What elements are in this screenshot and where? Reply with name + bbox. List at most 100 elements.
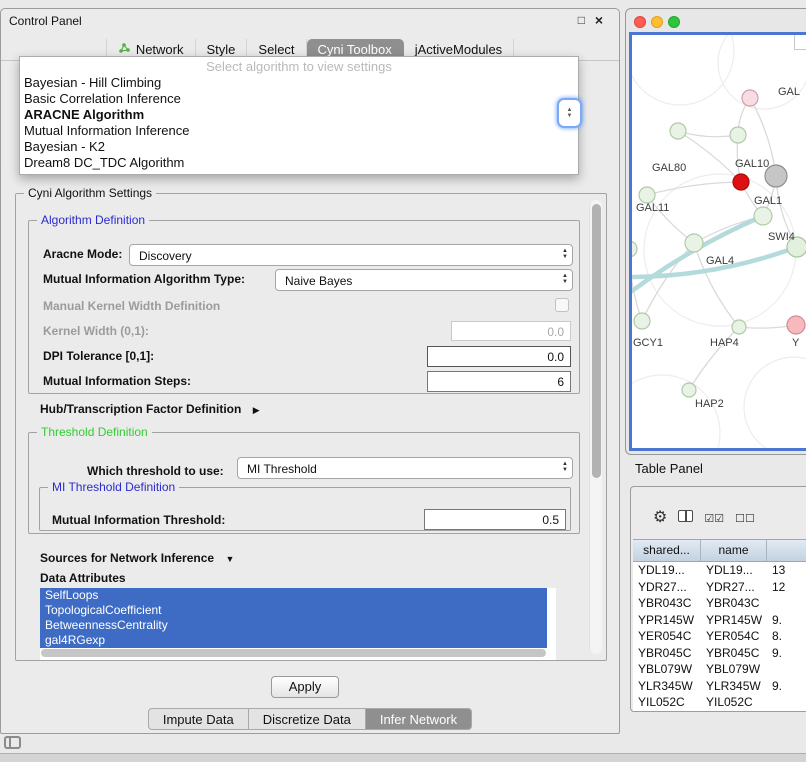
table-row[interactable]: YPR145WYPR145W9. — [633, 612, 806, 629]
algorithm-option[interactable]: ARACNE Algorithm — [20, 107, 578, 123]
column-header[interactable] — [767, 540, 806, 561]
cell: 9. — [767, 612, 806, 629]
sources-section-toggle[interactable]: Sources for Network Inference ▼ — [40, 549, 234, 567]
dpi-tolerance-input[interactable]: 0.0 — [427, 346, 571, 367]
column-header[interactable]: shared... — [633, 540, 701, 561]
group-title: MI Threshold Definition — [48, 480, 179, 494]
cell: YDL19... — [701, 562, 767, 579]
network-node-label: GAL80 — [652, 162, 686, 174]
cell: 8. — [767, 628, 806, 645]
algorithm-option[interactable]: Bayesian - Hill Climbing — [20, 75, 578, 91]
network-node[interactable] — [742, 90, 758, 106]
settings-vertical-scrollbar[interactable] — [589, 200, 602, 654]
which-threshold-select[interactable]: MI Threshold ▲▼ — [237, 457, 573, 479]
table-row[interactable]: YIL052CYIL052C — [633, 694, 806, 711]
float-window-icon[interactable]: □ — [578, 13, 585, 27]
network-node[interactable] — [733, 174, 749, 190]
hub-definition-toggle[interactable]: Hub/Transcription Factor Definition ▶ — [40, 400, 260, 418]
network-view-window: GALGAL80GAL10GAL11GAL1SWI4GAL4GCY1HAP4YH… — [625, 8, 806, 455]
which-threshold-label: Which threshold to use: — [87, 465, 224, 478]
window-close-button[interactable] — [634, 16, 646, 28]
tab-discretize-data[interactable]: Discretize Data — [249, 708, 366, 730]
group-title: Threshold Definition — [37, 425, 152, 439]
deselect-all-icon[interactable]: ☐☐ — [735, 512, 755, 525]
table-row[interactable]: YBL079WYBL079W — [633, 661, 806, 678]
table-toolbar: ⚙ ☑☑ ☐☐ — [653, 507, 755, 529]
window-zoom-button[interactable] — [668, 16, 680, 28]
table-row[interactable]: YBR045CYBR045C9. — [633, 645, 806, 662]
data-attributes-label: Data Attributes — [40, 572, 126, 585]
tab-impute-data[interactable]: Impute Data — [148, 708, 249, 730]
window-minimize-button[interactable] — [651, 16, 663, 28]
show-panel-icon[interactable] — [4, 736, 21, 749]
network-node[interactable] — [634, 313, 650, 329]
table-row[interactable]: YBR043CYBR043C — [633, 595, 806, 612]
network-node-label: GAL11 — [636, 202, 669, 214]
network-node-label: GAL10 — [735, 158, 769, 170]
network-canvas[interactable]: GALGAL80GAL10GAL11GAL1SWI4GAL4GCY1HAP4YH… — [632, 35, 806, 450]
network-node[interactable] — [730, 127, 746, 143]
tab-label: Cyni Toolbox — [318, 42, 392, 57]
cyni-algorithm-settings-group: Cyni Algorithm Settings Algorithm Defini… — [15, 193, 607, 661]
cell — [767, 595, 806, 612]
table-panel-title: Table Panel — [635, 461, 703, 476]
network-node[interactable] — [787, 316, 805, 334]
algorithm-option[interactable]: Mutual Information Inference — [20, 123, 578, 139]
algorithm-combobox-fragment[interactable]: ▲ ▼ — [557, 98, 582, 128]
table-row[interactable]: YER054CYER054C8. — [633, 628, 806, 645]
column-chooser-icon[interactable] — [678, 509, 693, 527]
network-node[interactable] — [682, 383, 696, 397]
attribute-item[interactable]: SelfLoops — [40, 588, 547, 603]
network-scrollbar-corner — [794, 35, 806, 50]
network-edge — [647, 182, 741, 195]
manual-kernel-width-label: Manual Kernel Width Definition — [43, 300, 220, 313]
column-header[interactable]: name — [701, 540, 767, 561]
cell: 13 — [767, 562, 806, 579]
hub-definition-label: Hub/Transcription Factor Definition — [40, 402, 241, 416]
gear-icon[interactable]: ⚙ — [653, 509, 667, 527]
cell — [767, 661, 806, 678]
network-edge — [632, 216, 763, 297]
network-node[interactable] — [765, 165, 787, 187]
algorithm-option[interactable]: Basic Correlation Inference — [20, 91, 578, 107]
group-title: Cyni Algorithm Settings — [24, 186, 156, 200]
table-row[interactable]: YDR27...YDR27...12 — [633, 579, 806, 596]
attribute-item[interactable]: BetweennessCentrality — [40, 618, 547, 633]
mi-algorithm-type-select[interactable]: Naive Bayes ▲▼ — [275, 269, 573, 291]
table-row[interactable]: YLR345WYLR345W9. — [633, 678, 806, 695]
cell: 9. — [767, 678, 806, 695]
table-row[interactable]: YDL19...YDL19...13 — [633, 562, 806, 579]
network-edge — [678, 131, 738, 137]
aracne-mode-select[interactable]: Discovery ▲▼ — [129, 244, 573, 266]
network-node[interactable] — [754, 207, 772, 225]
algorithm-option[interactable]: Dream8 DC_TDC Algorithm — [20, 155, 578, 171]
scrollbar-thumb[interactable] — [592, 204, 601, 478]
network-node[interactable] — [639, 187, 655, 203]
attribute-item[interactable]: TopologicalCoefficient — [40, 603, 547, 618]
tab-label: Select — [258, 42, 294, 57]
network-node-label: GAL1 — [754, 195, 782, 207]
tab-infer-network[interactable]: Infer Network — [366, 708, 472, 730]
control-panel-window: Control Panel □ × Network Style Select C… — [0, 8, 620, 734]
list-horizontal-scrollbar[interactable] — [41, 649, 546, 657]
kernel-width-input: 0.0 — [451, 321, 571, 341]
mi-steps-input[interactable]: 6 — [427, 371, 571, 392]
cell: 12 — [767, 579, 806, 596]
select-all-icon[interactable]: ☑☑ — [704, 512, 724, 525]
network-node[interactable] — [732, 320, 746, 334]
select-value: Discovery — [139, 249, 192, 263]
algorithm-dropdown-popup: Select algorithm to view settings Bayesi… — [19, 56, 579, 175]
tab-label: Network — [136, 42, 184, 57]
mi-threshold-input[interactable]: 0.5 — [424, 509, 566, 530]
cell: YLR345W — [633, 678, 701, 695]
dpi-tolerance-label: DPI Tolerance [0,1]: — [43, 350, 154, 363]
algorithm-option[interactable]: Bayesian - K2 — [20, 139, 578, 155]
mi-threshold-definition-group: MI Threshold Definition Mutual Informati… — [39, 487, 571, 531]
network-node[interactable] — [632, 241, 637, 257]
apply-button[interactable]: Apply — [271, 676, 339, 698]
network-node[interactable] — [685, 234, 703, 252]
attribute-item[interactable]: gal4RGexp — [40, 633, 547, 648]
close-icon[interactable]: × — [595, 12, 603, 28]
window-title: Control Panel — [9, 14, 82, 28]
network-node[interactable] — [670, 123, 686, 139]
